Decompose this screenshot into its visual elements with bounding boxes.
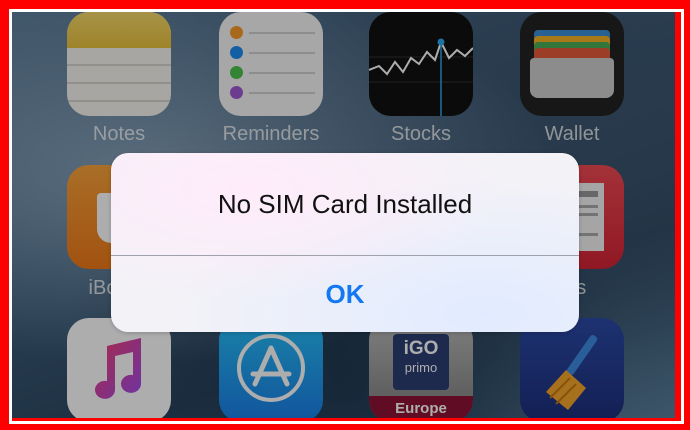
ok-button[interactable]: OK bbox=[111, 256, 579, 332]
alert-title: No SIM Card Installed bbox=[217, 189, 473, 219]
alert-dialog: No SIM Card Installed OK bbox=[111, 153, 579, 332]
home-screen: Notes Reminders Stocks Wallet iBo iGO pr… bbox=[12, 12, 675, 418]
